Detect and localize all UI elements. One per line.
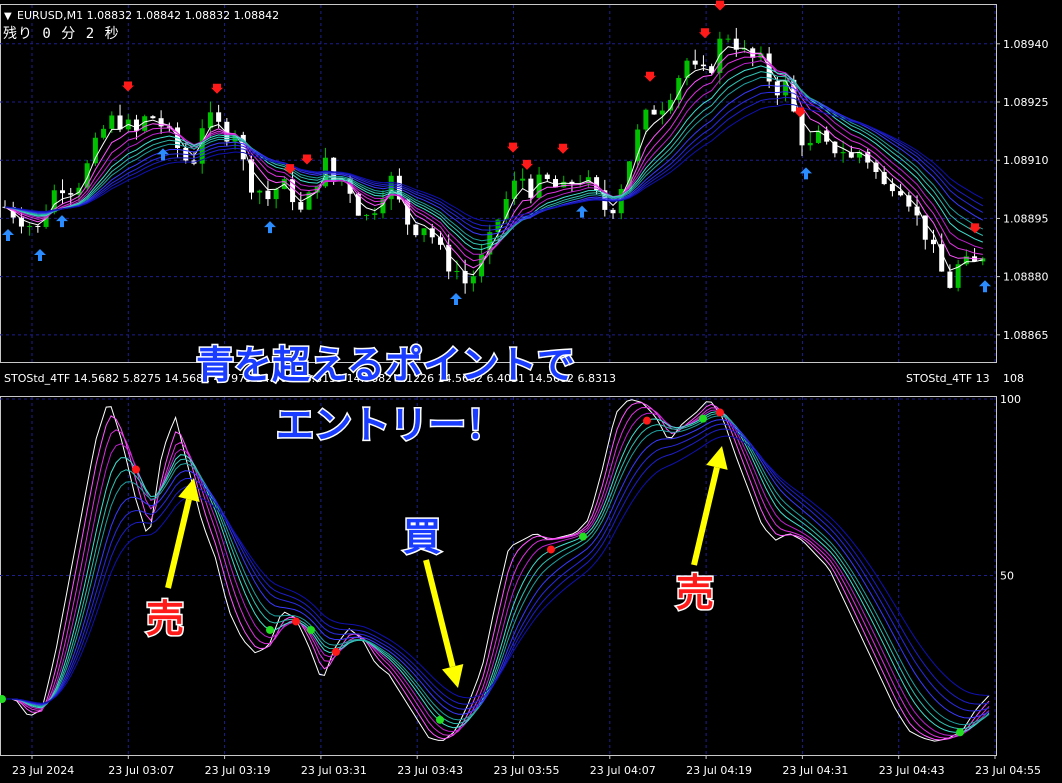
candle-up [840,152,846,154]
x-tick-label: 23 Jul 04:31 [782,764,848,777]
candle-down [889,184,895,192]
candle-down [544,174,550,179]
x-tick-label: 23 Jul 04:07 [590,764,656,777]
candle-up [659,110,665,115]
x-tick-label: 23 Jul 04:55 [975,764,1041,777]
candle-down [265,190,271,200]
sell-dot [292,617,300,626]
candle-down [528,178,534,198]
candle-down [298,202,304,210]
symbol-dropdown-icon[interactable]: ▼ [4,11,12,22]
y-tick-label: 1.08925 [1003,96,1049,109]
buy-dot [307,625,315,634]
indicator-header-right: STOStd_4TF 13 [906,372,990,385]
sell-label-2: 売 [676,571,714,615]
x-tick-label: 23 Jul 03:07 [108,764,174,777]
candle-down [68,193,74,195]
candle-down [553,178,559,188]
candle-down [150,116,156,119]
candle-up [783,79,789,96]
buy-dot [436,715,444,724]
candle-up [421,228,427,236]
candle-down [700,64,706,67]
y-tick-label: 1.08865 [1003,329,1049,342]
candle-down [446,244,452,272]
candle-up [807,142,813,146]
candle-up [725,38,731,40]
sell-dot [716,408,724,417]
x-tick-label: 23 Jul 03:55 [494,764,560,777]
candle-up [257,190,263,193]
x-tick-label: 23 Jul 03:19 [205,764,271,777]
y-tick-label: 1.08910 [1003,154,1049,167]
headline-line-1: 青を超えるポイントで [196,343,575,387]
candle-down [692,60,698,65]
x-tick-label: 23 Jul 03:31 [301,764,367,777]
candle-down [413,224,419,236]
indicator-scale-value: 108 [1003,372,1024,385]
countdown-timer: 残り 0 分 2 秒 [3,26,120,42]
sell-dot [643,416,651,425]
buy-dot [956,728,964,737]
candle-down [117,115,123,130]
candle-up [520,178,526,181]
candle-up [84,163,90,188]
candle-down [610,209,616,214]
buy-label: 買 [403,515,441,559]
candle-down [947,271,953,288]
candle-down [898,191,904,196]
candle-up [92,137,98,164]
chart-canvas: 23 Jul 2024 23 Jul 03:07 23 Jul 03:19 23 Ju… [0,0,1062,783]
candle-up [635,129,641,162]
candle-down [216,112,222,122]
sell-label-1: 売 [146,597,184,641]
y-tick-label: 1.08880 [1003,271,1049,284]
buy-dot [579,532,587,541]
candle-down [35,225,41,227]
candle-down [906,195,912,207]
y-tick-label: 1.08940 [1003,38,1049,51]
candle-up [207,112,213,129]
x-tick-label: 23 Jul 2024 [12,764,74,777]
x-tick-label: 23 Jul 03:43 [397,764,463,777]
candle-up [454,270,460,272]
candle-down [60,190,66,194]
candle-up [109,115,115,129]
sell-dot [132,465,140,474]
candle-up [27,225,33,227]
y-tick-label: 50 [1000,570,1014,583]
headline-line-2: エントリー！ [276,403,504,447]
x-tick-label: 23 Jul 04:43 [879,764,945,777]
candle-up [470,276,476,284]
candle-up [643,109,649,130]
candle-up [372,213,378,215]
candle-down [651,109,657,115]
candle-down [774,81,780,96]
symbol-info: EURUSD,M1 1.08832 1.08842 1.08832 1.0884… [17,9,279,22]
buy-dot [266,625,274,634]
buy-dot [699,414,707,423]
candle-up [273,189,279,200]
x-tick-label: 23 Jul 04:19 [686,764,752,777]
candle-down [930,239,936,245]
sell-dot [332,647,340,656]
y-tick-label: 100 [1000,393,1021,406]
y-tick-label: 1.08895 [1003,212,1049,225]
sell-dot [547,545,555,554]
candle-up [101,128,107,138]
candle-down [133,119,139,131]
candle-up [364,214,370,216]
